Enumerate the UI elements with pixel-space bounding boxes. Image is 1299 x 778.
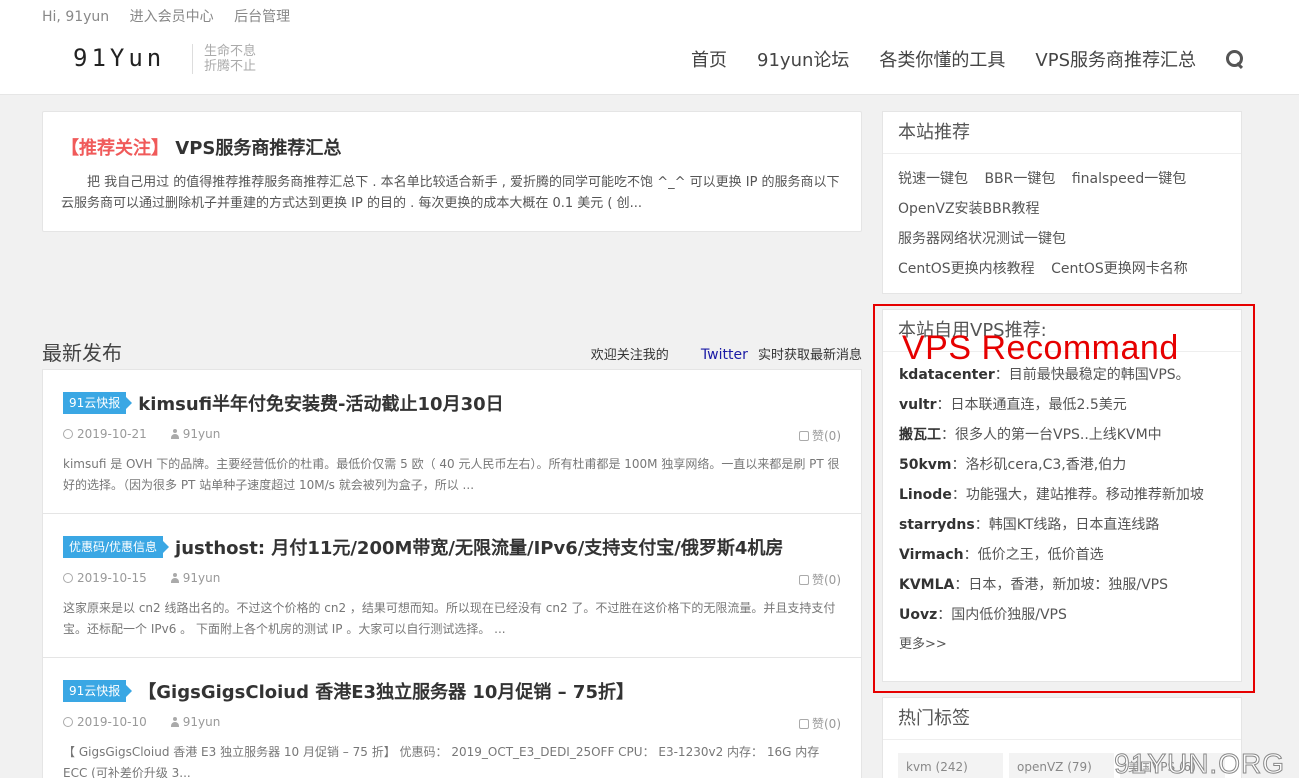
post-title-link[interactable]: 【GigsGigsCloiud 香港E3独立服务器 10月促销 – 75折】 (138, 678, 634, 704)
nav-item-home[interactable]: 首页 (691, 46, 727, 72)
admin-link[interactable]: 后台管理 (234, 9, 290, 25)
nav-item-tools[interactable]: 各类你懂的工具 (879, 46, 1005, 72)
like-button[interactable]: 赞(0) (799, 571, 841, 588)
like-count: 赞(0) (812, 573, 841, 587)
post-title: 优惠码/优惠信息 justhost: 月付11元/200M带宽/无限流量/IPv… (63, 534, 783, 560)
greeting-text: Hi, 91yun (42, 9, 110, 25)
recommend-link[interactable]: CentOS更换网卡名称 (1051, 261, 1188, 277)
thumbs-up-icon (799, 575, 809, 585)
post-author[interactable]: 91yun (183, 571, 221, 585)
recommend-link[interactable]: OpenVZ安装BBR教程 (898, 201, 1040, 217)
like-button[interactable]: 赞(0) (799, 715, 841, 732)
follow-suffix: 实时获取最新消息 (757, 348, 862, 363)
slogan-line-1: 生命不息 (204, 44, 257, 59)
recommend-row: 服务器网络状况测试一键包 (898, 224, 1226, 254)
like-count: 赞(0) (812, 717, 841, 731)
user-icon (170, 429, 179, 439)
main-nav: 首页 91yun论坛 各类你懂的工具 VPS服务商推荐汇总 (661, 46, 1244, 72)
post-meta: 2019-10-15 91yun (63, 571, 220, 585)
post-title-link[interactable]: kimsufi半年付免安装费-活动截止10月30日 (138, 390, 503, 416)
post-author[interactable]: 91yun (183, 427, 221, 441)
recommend-link[interactable]: 服务器网络状况测试一键包 (898, 231, 1066, 247)
recommend-link[interactable]: finalspeed一键包 (1072, 171, 1186, 187)
twitter-link[interactable]: Twitter (701, 347, 748, 363)
like-button[interactable]: 赞(0) (799, 427, 841, 444)
nav-item-vps-recommend[interactable]: VPS服务商推荐汇总 (1035, 46, 1196, 72)
vps-overlay-label: VPS Recommand (902, 329, 1179, 367)
recommend-link[interactable]: CentOS更换内核教程 (898, 261, 1035, 277)
site-header: Hi, 91yun 进入会员中心 后台管理 91Yun 生命不息 折腾不止 首页… (0, 0, 1299, 95)
post-excerpt: kimsufi 是 OVH 下的品牌。主要经营低价的杜甫。最低价仅需 5 欧（ … (63, 457, 840, 492)
post-card: 91云快报 【GigsGigsCloiud 香港E3独立服务器 10月促销 – … (42, 657, 862, 778)
site-logo[interactable]: 91Yun (73, 44, 165, 72)
recommend-link[interactable]: 锐速一键包 (898, 171, 968, 187)
site-slogan: 生命不息 折腾不止 (192, 44, 256, 74)
recommend-link[interactable]: BBR一键包 (984, 171, 1055, 187)
user-icon (170, 573, 179, 583)
post-meta: 2019-10-10 91yun (63, 715, 220, 729)
featured-tag: 【推荐关注】 (61, 138, 169, 159)
post-date: 2019-10-15 (77, 571, 147, 585)
tag-item[interactable]: openVZ (79) (1009, 753, 1114, 778)
recommend-row: CentOS更换内核教程 CentOS更换网卡名称 (898, 254, 1226, 284)
featured-excerpt: 把 我自己用过 的值得推荐推荐服务商推荐汇总下 . 本名单比较适合新手 , 爱折… (61, 175, 840, 211)
post-meta: 2019-10-21 91yun (63, 427, 220, 441)
recommend-row: 锐速一键包 BBR一键包 finalspeed一键包 (898, 164, 1226, 194)
post-title-link[interactable]: justhost: 月付11元/200M带宽/无限流量/IPv6/支持支付宝/俄… (175, 534, 783, 560)
site-watermark: 91YUN.ORG (1114, 748, 1285, 778)
thumbs-up-icon (799, 431, 809, 441)
post-title: 91云快报 【GigsGigsCloiud 香港E3独立服务器 10月促销 – … (63, 678, 634, 704)
member-center-link[interactable]: 进入会员中心 (130, 9, 214, 25)
post-date: 2019-10-21 (77, 427, 147, 441)
post-category-badge[interactable]: 优惠码/优惠信息 (63, 536, 170, 558)
post-author[interactable]: 91yun (183, 715, 221, 729)
tags-widget-title: 热门标签 (883, 698, 1241, 740)
clock-icon (63, 573, 73, 583)
slogan-line-2: 折腾不止 (204, 59, 257, 74)
follow-notice: 欢迎关注我的 Twitter 实时获取最新消息 (591, 344, 862, 363)
latest-header: 最新发布 欢迎关注我的 Twitter 实时获取最新消息 (42, 337, 862, 369)
post-card: 91云快报 kimsufi半年付免安装费-活动截止10月30日 2019-10-… (42, 369, 862, 514)
clock-icon (63, 717, 73, 727)
post-excerpt: 【 GigsGigsCloiud 香港 E3 独立服务器 10 月促销 – 75… (63, 745, 820, 778)
recommend-widget: 本站推荐 锐速一键包 BBR一键包 finalspeed一键包 OpenVZ安装… (882, 111, 1242, 294)
featured-post: 【推荐关注】 VPS服务商推荐汇总 把 我自己用过 的值得推荐推荐服务商推荐汇总… (42, 111, 862, 232)
thumbs-up-icon (799, 719, 809, 729)
tag-item[interactable]: kvm (242) (898, 753, 1003, 778)
post-title: 91云快报 kimsufi半年付免安装费-活动截止10月30日 (63, 390, 504, 416)
clock-icon (63, 429, 73, 439)
follow-prefix: 欢迎关注我的 (590, 348, 669, 363)
featured-title[interactable]: 【推荐关注】 VPS服务商推荐汇总 (61, 134, 341, 160)
search-icon[interactable] (1226, 50, 1244, 68)
user-icon (170, 717, 179, 727)
top-bar: Hi, 91yun 进入会员中心 后台管理 (42, 6, 306, 26)
post-date: 2019-10-10 (77, 715, 147, 729)
post-category-badge[interactable]: 91云快报 (63, 680, 133, 702)
featured-title-text[interactable]: VPS服务商推荐汇总 (175, 138, 341, 159)
recommend-widget-title: 本站推荐 (883, 112, 1241, 154)
post-excerpt: 这家原来是以 cn2 线路出名的。不过这个价格的 cn2 ，结果可想而知。所以现… (63, 601, 836, 636)
like-count: 赞(0) (812, 429, 841, 443)
recommend-links: 锐速一键包 BBR一键包 finalspeed一键包 OpenVZ安装BBR教程… (883, 154, 1241, 294)
post-card: 优惠码/优惠信息 justhost: 月付11元/200M带宽/无限流量/IPv… (42, 513, 862, 658)
post-category-badge[interactable]: 91云快报 (63, 392, 133, 414)
recommend-row: OpenVZ安装BBR教程 (898, 194, 1226, 224)
latest-title: 最新发布 (42, 341, 122, 365)
nav-item-forum[interactable]: 91yun论坛 (757, 46, 849, 72)
